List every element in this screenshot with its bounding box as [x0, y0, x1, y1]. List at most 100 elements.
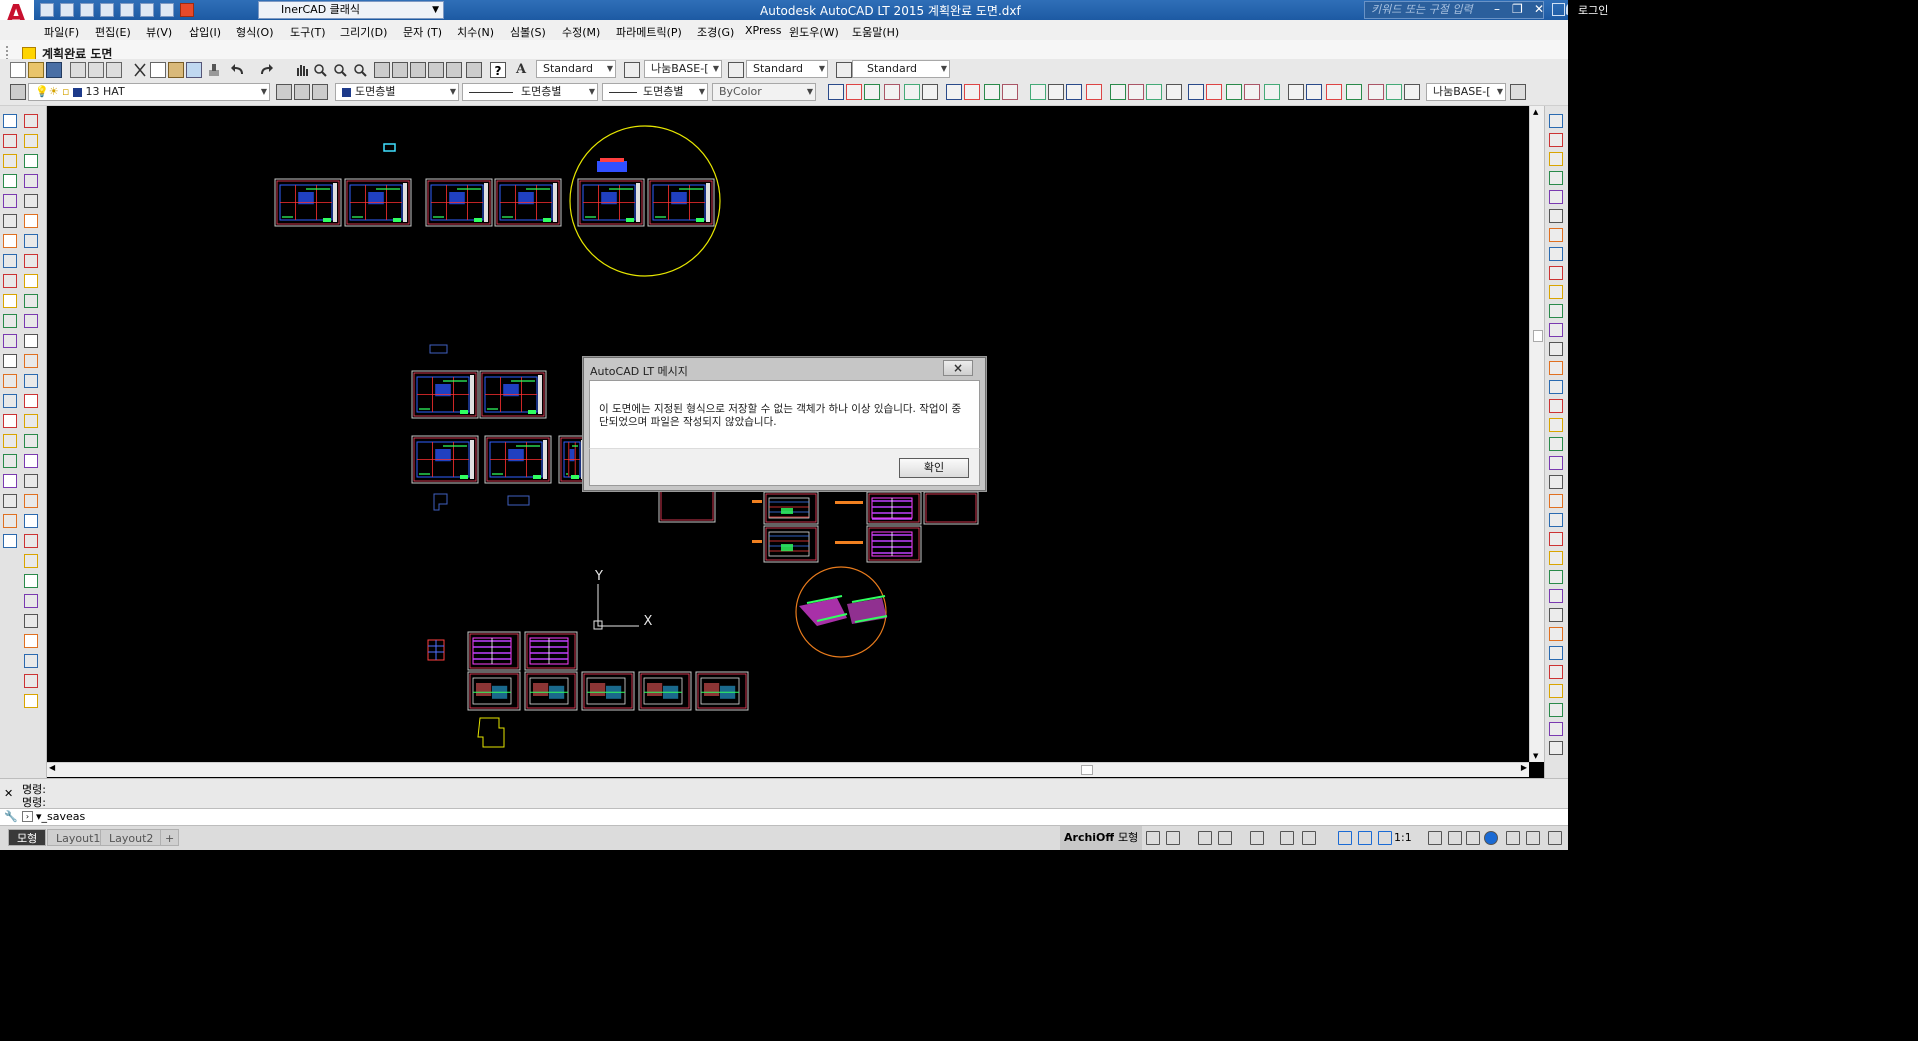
dimension-tool-icon[interactable] — [828, 84, 844, 100]
modify-tool-icon[interactable] — [1549, 114, 1563, 128]
status-toggle-icon[interactable] — [1484, 831, 1498, 845]
dimension-tool-icon[interactable] — [846, 84, 862, 100]
modify-tool-icon[interactable] — [1549, 399, 1563, 413]
make-current-icon[interactable] — [276, 84, 292, 100]
horizontal-scrollbar[interactable]: ◀ ▶ — [47, 762, 1529, 777]
status-toggle-icon[interactable] — [1466, 831, 1480, 845]
draw-tool-icon[interactable] — [24, 494, 38, 508]
cut-icon[interactable] — [132, 62, 148, 78]
help-icon[interactable]: ? — [490, 62, 506, 78]
draw-tool-icon[interactable] — [24, 614, 38, 628]
draw-tool-icon[interactable] — [24, 634, 38, 648]
dimension-tool-icon[interactable] — [1404, 84, 1420, 100]
menu-symbol[interactable]: 심볼(S) — [510, 24, 546, 40]
draw-tool-icon[interactable] — [24, 654, 38, 668]
dimension-tool-icon[interactable] — [864, 84, 880, 100]
modify-tool-icon[interactable] — [1549, 551, 1563, 565]
plot-icon[interactable] — [70, 62, 86, 78]
dimension-tool-icon[interactable] — [1066, 84, 1082, 100]
window-restore-button[interactable]: ❐ — [1512, 2, 1523, 16]
draw-tool-icon[interactable] — [24, 314, 38, 328]
status-toggle-icon[interactable] — [1250, 831, 1264, 845]
dimension-tool-icon[interactable] — [1086, 84, 1102, 100]
draw-tool-icon[interactable] — [24, 274, 38, 288]
draw-tool-icon[interactable] — [3, 434, 17, 448]
modify-tool-icon[interactable] — [1549, 247, 1563, 261]
dimension-tool-icon[interactable] — [1128, 84, 1144, 100]
plot-preview-icon[interactable] — [88, 62, 104, 78]
dimension-tool-icon[interactable] — [1326, 84, 1342, 100]
menu-text[interactable]: 문자 (T) — [403, 24, 442, 40]
copy-icon[interactable] — [150, 62, 166, 78]
menu-draw[interactable]: 그리기(D) — [340, 24, 387, 40]
command-input[interactable]: ▾_saveas — [36, 810, 85, 823]
lineweight-select[interactable]: 도면층별 ▼ — [602, 83, 708, 101]
dimension-tool-icon[interactable] — [904, 84, 920, 100]
model-space-button[interactable]: 모형 — [1114, 826, 1143, 850]
draw-tool-icon[interactable] — [24, 174, 38, 188]
modify-tool-icon[interactable] — [1549, 665, 1563, 679]
modify-tool-icon[interactable] — [1549, 380, 1563, 394]
dim-update-icon[interactable] — [1510, 84, 1526, 100]
paste-special-icon[interactable] — [186, 62, 202, 78]
modify-tool-icon[interactable] — [1549, 532, 1563, 546]
vertical-scroll-thumb[interactable] — [1533, 330, 1543, 342]
zoom-window-icon[interactable] — [332, 62, 348, 78]
dimension-tool-icon[interactable] — [1002, 84, 1018, 100]
markup-icon[interactable] — [446, 62, 462, 78]
status-toggle-icon[interactable] — [1198, 831, 1212, 845]
undo-icon[interactable] — [230, 62, 246, 78]
menu-format[interactable]: 형식(O) — [236, 24, 273, 40]
draw-tool-icon[interactable] — [24, 414, 38, 428]
modify-tool-icon[interactable] — [1549, 133, 1563, 147]
modify-tool-icon[interactable] — [1549, 190, 1563, 204]
close-icon[interactable]: ✕ — [4, 787, 13, 800]
modify-tool-icon[interactable] — [1549, 627, 1563, 641]
draw-tool-icon[interactable] — [24, 474, 38, 488]
open-icon[interactable] — [28, 62, 44, 78]
dimension-tool-icon[interactable] — [1386, 84, 1402, 100]
draw-tool-icon[interactable] — [24, 254, 38, 268]
dimension-tool-icon[interactable] — [1288, 84, 1304, 100]
open-icon[interactable] — [60, 3, 74, 17]
menu-modify[interactable]: 수정(M) — [562, 24, 600, 40]
draw-tool-icon[interactable] — [24, 694, 38, 708]
menu-file[interactable]: 파일(F) — [44, 24, 79, 40]
draw-tool-icon[interactable] — [3, 414, 17, 428]
modify-tool-icon[interactable] — [1549, 646, 1563, 660]
status-toggle-icon[interactable] — [1280, 831, 1294, 845]
status-toggle-icon[interactable] — [1358, 831, 1372, 845]
dimension-tool-icon[interactable] — [1346, 84, 1362, 100]
calculator-icon[interactable] — [466, 62, 482, 78]
draw-tool-icon[interactable] — [24, 154, 38, 168]
draw-tool-icon[interactable] — [24, 194, 38, 208]
scroll-right-icon[interactable]: ▶ — [1521, 763, 1527, 772]
layer-states-icon[interactable] — [312, 84, 328, 100]
menu-edit[interactable]: 편집(E) — [95, 24, 131, 40]
layer-select[interactable]: 💡☀ ▫ 13 HAT ▼ — [28, 83, 270, 101]
table-style-select[interactable]: Standard ▼ — [746, 60, 828, 78]
draw-tool-icon[interactable] — [24, 374, 38, 388]
plugin-icon[interactable] — [180, 3, 194, 17]
status-toggle-icon[interactable] — [1302, 831, 1316, 845]
layer-properties-icon[interactable] — [10, 84, 26, 100]
draw-tool-icon[interactable] — [24, 294, 38, 308]
command-prompt-icon[interactable]: › — [22, 811, 33, 822]
modify-tool-icon[interactable] — [1549, 418, 1563, 432]
new-icon[interactable] — [40, 3, 54, 17]
menu-view[interactable]: 뷰(V) — [146, 24, 172, 40]
dimension-tool-icon[interactable] — [1110, 84, 1126, 100]
properties-icon[interactable] — [374, 62, 390, 78]
status-toggle-icon[interactable] — [1428, 831, 1442, 845]
draw-tool-icon[interactable] — [24, 534, 38, 548]
draw-tool-icon[interactable] — [3, 334, 17, 348]
vertical-scrollbar[interactable]: ▲ ▼ — [1529, 106, 1545, 762]
modify-tool-icon[interactable] — [1549, 304, 1563, 318]
draw-tool-icon[interactable] — [3, 534, 17, 548]
dimension-tool-icon[interactable] — [922, 84, 938, 100]
zoom-previous-icon[interactable] — [352, 62, 368, 78]
menu-insert[interactable]: 삽입(I) — [189, 24, 221, 40]
modify-tool-icon[interactable] — [1549, 285, 1563, 299]
draw-tool-icon[interactable] — [3, 514, 17, 528]
binoculars-icon[interactable] — [1552, 3, 1565, 16]
